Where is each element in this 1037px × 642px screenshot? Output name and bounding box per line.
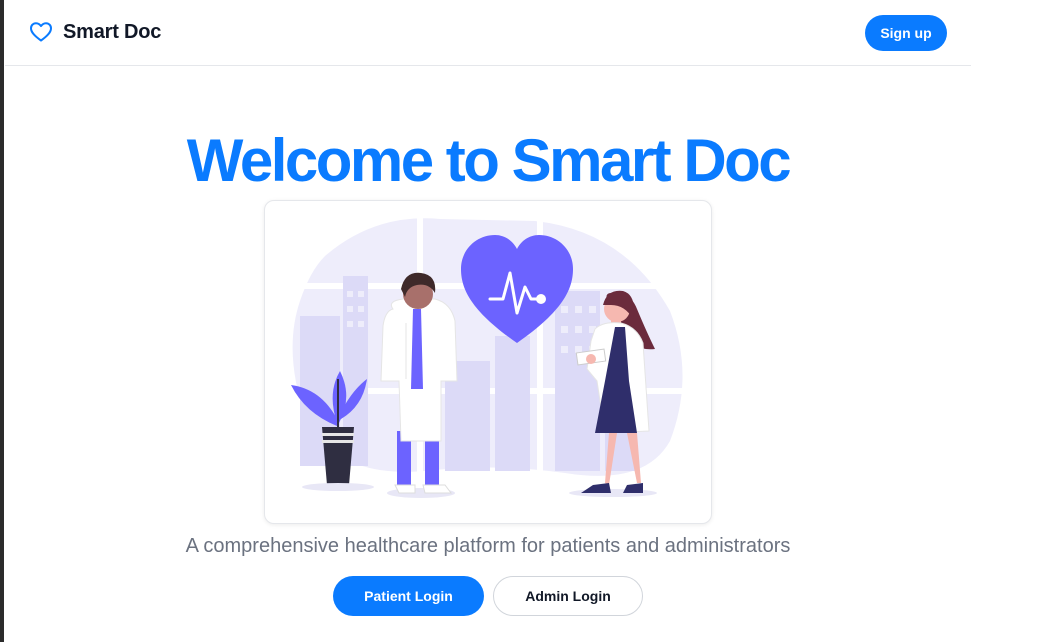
top-navbar: Smart Doc Sign up [5,0,971,66]
signup-button[interactable]: Sign up [865,15,947,51]
brand[interactable]: Smart Doc [29,20,161,44]
page-title: Welcome to Smart Doc [186,127,792,194]
admin-login-button[interactable]: Admin Login [493,576,643,616]
heart-icon [30,22,52,42]
patient-login-button[interactable]: Patient Login [333,576,484,616]
login-actions: Patient Login Admin Login [333,576,643,616]
hero-subtitle: A comprehensive healthcare platform for … [185,535,791,557]
doctors-illustration [285,215,695,498]
illustration-card [264,200,712,524]
brand-name: Smart Doc [63,20,162,43]
